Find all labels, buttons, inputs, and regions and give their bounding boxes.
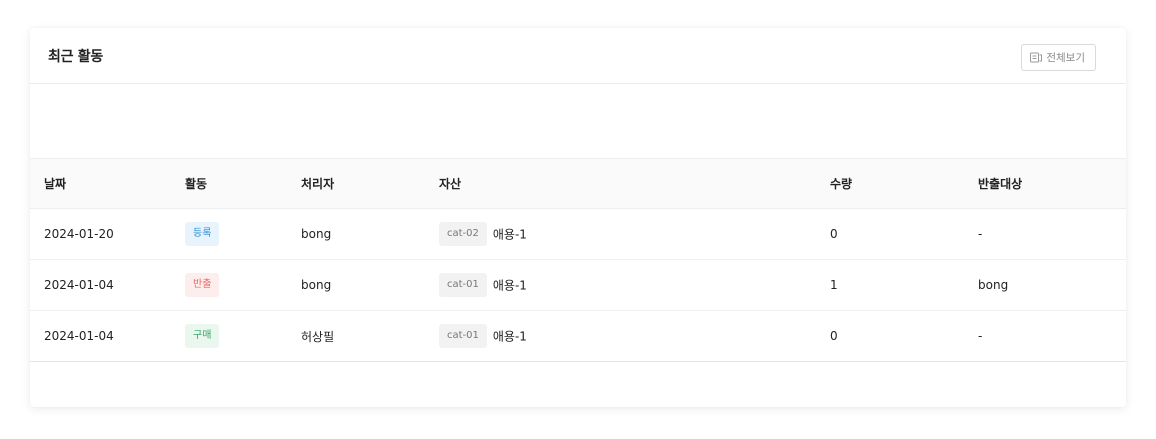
asset-name: 애용-1	[492, 329, 527, 344]
column-header-target[interactable]: 반출대상	[964, 158, 1126, 209]
cell-quantity: 1	[816, 259, 964, 311]
asset-name: 애용-1	[492, 227, 527, 242]
cell-activity: 등록	[171, 208, 287, 260]
card-title: 최근 활동	[48, 49, 103, 65]
column-header-handler[interactable]: 처리자	[287, 158, 425, 209]
table-row[interactable]: 2024-01-04 반출 bong cat-01 애용-1 1 bong	[30, 259, 1126, 311]
asset-category-chip: cat-02	[439, 222, 487, 246]
cell-activity: 구매	[171, 310, 287, 362]
column-header-quantity[interactable]: 수량	[816, 158, 964, 209]
cell-asset: cat-01 애용-1	[425, 310, 816, 362]
asset-name: 애용-1	[492, 278, 527, 293]
cell-handler: bong	[287, 208, 425, 260]
cell-date: 2024-01-20	[30, 208, 171, 260]
cell-quantity: 0	[816, 310, 964, 362]
view-all-label: 전체보기	[1046, 52, 1085, 64]
asset-category-chip: cat-01	[439, 273, 487, 297]
cell-target: bong	[964, 259, 1126, 311]
view-all-button[interactable]: 전체보기	[1021, 44, 1096, 71]
cell-date: 2024-01-04	[30, 259, 171, 311]
cell-asset: cat-02 애용-1	[425, 208, 816, 260]
cell-asset: cat-01 애용-1	[425, 259, 816, 311]
column-header-activity[interactable]: 활동	[171, 158, 287, 209]
list-icon	[1030, 52, 1043, 63]
table-row[interactable]: 2024-01-20 등록 bong cat-02 애용-1 0 -	[30, 208, 1126, 260]
cell-handler: bong	[287, 259, 425, 311]
activity-tag: 반출	[185, 273, 220, 297]
activity-tag: 구매	[185, 324, 220, 348]
cell-target: -	[964, 310, 1126, 362]
recent-activity-card: 최근 활동 전체보기 날짜 활동 처리자 자산 수량 반출대상 2024-01-…	[30, 28, 1126, 407]
column-header-date[interactable]: 날짜	[30, 158, 171, 209]
cell-target: -	[964, 208, 1126, 260]
cell-activity: 반출	[171, 259, 287, 311]
card-header: 최근 활동 전체보기	[30, 28, 1126, 84]
table-header-row: 날짜 활동 처리자 자산 수량 반출대상	[30, 158, 1126, 209]
blank-area	[30, 84, 1126, 158]
asset-category-chip: cat-01	[439, 324, 487, 348]
cell-quantity: 0	[816, 208, 964, 260]
activity-table: 날짜 활동 처리자 자산 수량 반출대상 2024-01-20 등록 bong …	[30, 158, 1126, 362]
cell-date: 2024-01-04	[30, 310, 171, 362]
cell-handler: 허상필	[287, 310, 425, 362]
table-row[interactable]: 2024-01-04 구매 허상필 cat-01 애용-1 0 -	[30, 310, 1126, 362]
activity-tag: 등록	[185, 222, 220, 246]
column-header-asset[interactable]: 자산	[425, 158, 816, 209]
